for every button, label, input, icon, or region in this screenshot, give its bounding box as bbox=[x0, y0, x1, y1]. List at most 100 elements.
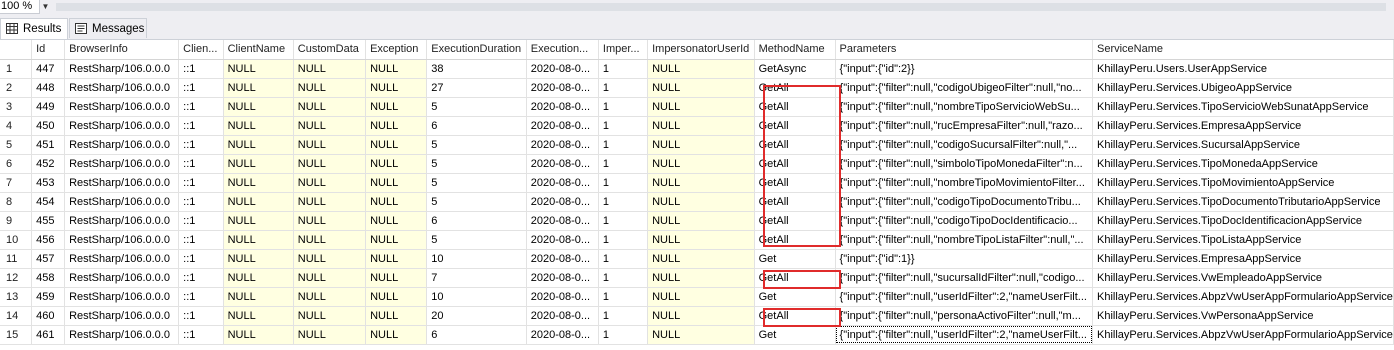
table-cell[interactable]: NULL bbox=[365, 325, 428, 345]
table-row[interactable]: 6 452 RestSharp/106.0.0.0::1 NULL NULL NULL 5 2… bbox=[0, 154, 1394, 174]
table-cell[interactable]: 1 bbox=[598, 97, 649, 117]
table-row[interactable]: 3 449 RestSharp/106.0.0.0::1 NULL NULL NULL 5 2… bbox=[0, 97, 1394, 117]
table-cell[interactable]: NULL bbox=[223, 192, 294, 212]
column-header[interactable]: ServiceName bbox=[1092, 40, 1394, 60]
table-cell[interactable]: GetAll bbox=[754, 211, 836, 231]
table-cell[interactable]: ::1 bbox=[178, 211, 224, 231]
table-cell[interactable]: 1 bbox=[598, 230, 649, 250]
table-cell[interactable]: 10 bbox=[426, 249, 527, 269]
table-cell[interactable]: 10 bbox=[426, 287, 527, 307]
table-cell[interactable]: {"input":{"filter":null,"sucursalIdFilte… bbox=[835, 268, 1094, 288]
table-cell[interactable]: 2020-08-0... bbox=[526, 192, 599, 212]
table-cell[interactable]: 2020-08-0... bbox=[526, 268, 599, 288]
table-cell[interactable]: NULL bbox=[223, 287, 294, 307]
table-cell[interactable]: NULL bbox=[647, 325, 755, 345]
row-number-cell[interactable]: 15 bbox=[0, 325, 33, 345]
table-cell[interactable]: RestSharp/106.0.0.0 bbox=[64, 135, 180, 155]
table-cell[interactable]: NULL bbox=[293, 135, 367, 155]
table-cell[interactable]: NULL bbox=[293, 192, 367, 212]
table-cell[interactable]: NULL bbox=[223, 173, 294, 193]
table-cell[interactable]: 2020-08-0... bbox=[526, 211, 599, 231]
table-cell[interactable]: 7 bbox=[426, 268, 527, 288]
table-cell[interactable]: 452 bbox=[31, 154, 66, 174]
table-cell[interactable]: ::1 bbox=[178, 249, 224, 269]
table-cell[interactable]: RestSharp/106.0.0.0 bbox=[64, 59, 180, 79]
table-cell[interactable]: KhillayPeru.Services.TipoMovimientoAppSe… bbox=[1092, 173, 1394, 193]
table-cell[interactable]: GetAll bbox=[754, 173, 836, 193]
table-cell[interactable]: NULL bbox=[365, 230, 428, 250]
table-cell[interactable]: ::1 bbox=[178, 230, 224, 250]
table-cell[interactable]: NULL bbox=[647, 306, 755, 326]
table-cell[interactable]: NULL bbox=[293, 230, 367, 250]
table-cell[interactable]: 458 bbox=[31, 268, 66, 288]
table-cell[interactable]: GetAll bbox=[754, 268, 836, 288]
row-number-cell[interactable]: 10 bbox=[0, 230, 33, 250]
column-header[interactable]: Execution... bbox=[526, 40, 599, 60]
table-cell[interactable]: NULL bbox=[647, 249, 755, 269]
column-header[interactable]: MethodName bbox=[754, 40, 836, 60]
table-cell[interactable]: NULL bbox=[293, 154, 367, 174]
table-row[interactable]: 11 457 RestSharp/106.0.0.0::1 NULL NULL NULL 1… bbox=[0, 249, 1394, 269]
table-cell[interactable]: {"input":{"filter":null,"codigoTipoDocId… bbox=[835, 211, 1094, 231]
table-cell[interactable]: NULL bbox=[223, 211, 294, 231]
column-header[interactable]: BrowserInfo bbox=[64, 40, 180, 60]
table-cell[interactable]: {"input":{"filter":null,"nombreTipoServi… bbox=[835, 97, 1094, 117]
table-cell[interactable]: {"input":{"filter":null,"nombreTipoMovim… bbox=[835, 173, 1094, 193]
table-cell[interactable]: ::1 bbox=[178, 306, 224, 326]
table-cell[interactable]: KhillayPeru.Services.TipoMonedaAppServic… bbox=[1092, 154, 1394, 174]
table-cell[interactable]: {"input":{"id":1}} bbox=[835, 249, 1094, 269]
row-number-cell[interactable]: 13 bbox=[0, 287, 33, 307]
table-cell[interactable]: NULL bbox=[647, 268, 755, 288]
table-cell[interactable]: GetAll bbox=[754, 135, 836, 155]
table-cell[interactable]: 449 bbox=[31, 97, 66, 117]
table-cell[interactable]: {"input":{"filter":null,"personaActivoFi… bbox=[835, 306, 1094, 326]
table-cell[interactable]: 20 bbox=[426, 306, 527, 326]
table-cell[interactable]: ::1 bbox=[178, 116, 224, 136]
table-cell[interactable]: 5 bbox=[426, 230, 527, 250]
table-cell[interactable]: GetAll bbox=[754, 116, 836, 136]
table-cell[interactable]: RestSharp/106.0.0.0 bbox=[64, 192, 180, 212]
table-cell[interactable]: NULL bbox=[365, 116, 428, 136]
table-cell[interactable]: {"input":{"filter":null,"userIdFilter":2… bbox=[835, 325, 1094, 345]
table-cell[interactable]: KhillayPeru.Services.TipoDocIdentificaci… bbox=[1092, 211, 1394, 231]
column-header[interactable]: Imper... bbox=[598, 40, 649, 60]
table-cell[interactable]: KhillayPeru.Services.EmpresaAppService bbox=[1092, 249, 1394, 269]
table-cell[interactable]: GetAll bbox=[754, 192, 836, 212]
table-cell[interactable]: KhillayPeru.Services.TipoDocumentoTribut… bbox=[1092, 192, 1394, 212]
table-cell[interactable]: NULL bbox=[647, 116, 755, 136]
table-cell[interactable]: NULL bbox=[293, 116, 367, 136]
table-cell[interactable]: 5 bbox=[426, 97, 527, 117]
table-cell[interactable]: ::1 bbox=[178, 268, 224, 288]
table-cell[interactable]: KhillayPeru.Services.VwEmpleadoAppServic… bbox=[1092, 268, 1394, 288]
table-cell[interactable]: 460 bbox=[31, 306, 66, 326]
table-cell[interactable]: 1 bbox=[598, 78, 649, 98]
table-cell[interactable]: 5 bbox=[426, 154, 527, 174]
table-cell[interactable]: NULL bbox=[365, 249, 428, 269]
table-cell[interactable]: 459 bbox=[31, 287, 66, 307]
table-row[interactable]: 12 458 RestSharp/106.0.0.0::1 NULL NULL NULL 7… bbox=[0, 268, 1394, 288]
column-header[interactable]: ClientName bbox=[223, 40, 294, 60]
table-cell[interactable]: NULL bbox=[293, 78, 367, 98]
table-cell[interactable]: ::1 bbox=[178, 287, 224, 307]
row-number-cell[interactable]: 14 bbox=[0, 306, 33, 326]
table-cell[interactable]: RestSharp/106.0.0.0 bbox=[64, 173, 180, 193]
table-cell[interactable]: NULL bbox=[223, 116, 294, 136]
table-cell[interactable]: NULL bbox=[293, 173, 367, 193]
table-row[interactable]: 13 459 RestSharp/106.0.0.0::1 NULL NULL NULL 1… bbox=[0, 287, 1394, 307]
table-cell[interactable]: KhillayPeru.Users.UserAppService bbox=[1092, 59, 1394, 79]
row-number-cell[interactable]: 9 bbox=[0, 211, 33, 231]
table-cell[interactable]: RestSharp/106.0.0.0 bbox=[64, 97, 180, 117]
horizontal-scrollbar[interactable] bbox=[56, 3, 1386, 11]
table-cell[interactable]: 1 bbox=[598, 135, 649, 155]
table-cell[interactable]: 451 bbox=[31, 135, 66, 155]
table-cell[interactable]: RestSharp/106.0.0.0 bbox=[64, 116, 180, 136]
table-cell[interactable]: NULL bbox=[223, 154, 294, 174]
column-header[interactable]: Parameters bbox=[835, 40, 1094, 60]
table-cell[interactable]: NULL bbox=[223, 268, 294, 288]
table-row[interactable]: 10 456 RestSharp/106.0.0.0::1 NULL NULL NULL 5… bbox=[0, 230, 1394, 250]
table-cell[interactable]: 447 bbox=[31, 59, 66, 79]
table-cell[interactable]: NULL bbox=[365, 211, 428, 231]
table-cell[interactable]: 2020-08-0... bbox=[526, 116, 599, 136]
zoom-dropdown-arrow-icon[interactable]: ▼ bbox=[40, 0, 51, 14]
table-cell[interactable]: 456 bbox=[31, 230, 66, 250]
